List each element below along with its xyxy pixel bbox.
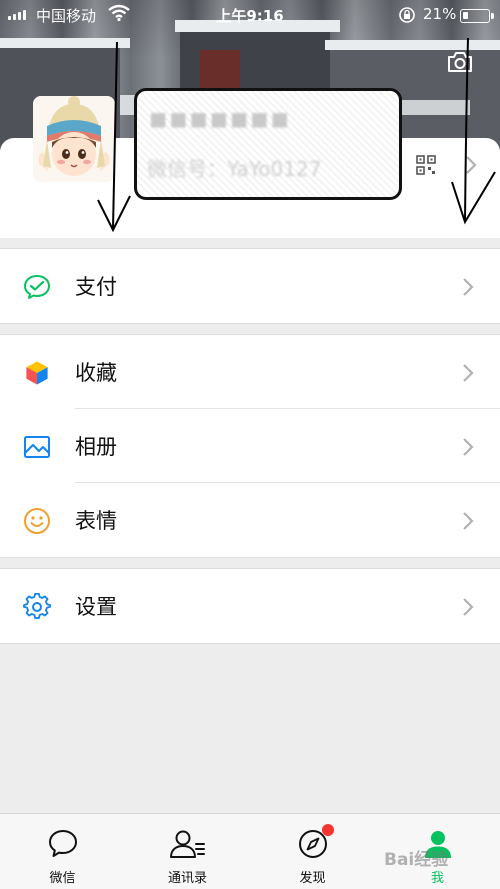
rotation-lock-icon bbox=[398, 6, 416, 28]
album-icon bbox=[23, 433, 51, 461]
qr-code-icon[interactable] bbox=[416, 155, 436, 175]
chevron-right-icon bbox=[462, 277, 474, 297]
menu-group-settings: 设置 bbox=[0, 568, 500, 644]
wechat-id: 微信号：YaYo0127 bbox=[147, 157, 322, 181]
camera-icon[interactable] bbox=[446, 50, 474, 74]
chevron-right-icon bbox=[462, 363, 474, 383]
chevron-right-icon bbox=[462, 511, 474, 531]
menu-group-pay: 支付 bbox=[0, 248, 500, 324]
tab-label: 微信 bbox=[49, 871, 76, 886]
chat-icon bbox=[48, 830, 77, 857]
tab-label: 发现 bbox=[299, 871, 326, 886]
tab-discover[interactable]: 发现 bbox=[250, 814, 375, 889]
battery-percentage: 21% bbox=[423, 5, 457, 23]
menu-item-pay[interactable]: 支付 bbox=[0, 249, 500, 323]
baidu-watermark: Bai经验 bbox=[384, 850, 449, 870]
new-badge-dot bbox=[322, 824, 334, 836]
menu-item-settings[interactable]: 设置 bbox=[0, 569, 500, 643]
chevron-right-icon bbox=[462, 597, 474, 617]
battery-level-fill bbox=[463, 12, 468, 19]
menu-group-media: 收藏 相册 表情 bbox=[0, 334, 500, 558]
menu-item-favorites[interactable]: 收藏 bbox=[0, 335, 500, 409]
menu-item-label: 表情 bbox=[75, 509, 117, 533]
menu-item-album[interactable]: 相册 bbox=[0, 409, 500, 483]
favorites-cube-icon bbox=[23, 359, 51, 387]
menu-item-label: 收藏 bbox=[75, 361, 117, 385]
wechat-pay-icon bbox=[23, 273, 51, 301]
contacts-icon bbox=[169, 830, 205, 858]
sticker-smile-icon bbox=[23, 507, 51, 535]
avatar[interactable] bbox=[33, 96, 115, 182]
status-bar: 中国移动 上午9:16 21% bbox=[0, 0, 500, 30]
settings-gear-icon bbox=[23, 592, 51, 621]
profile-chevron-right-icon[interactable] bbox=[465, 155, 477, 175]
chevron-right-icon bbox=[462, 437, 474, 457]
tab-contacts[interactable]: 通讯录 bbox=[125, 814, 250, 889]
menu-item-label: 相册 bbox=[75, 435, 117, 459]
profile-info-redacted[interactable]: ◼◼◼◼◼◼◼ 微信号：YaYo0127 bbox=[134, 88, 402, 200]
tab-label: 通讯录 bbox=[167, 871, 207, 886]
menu-item-label: 设置 bbox=[75, 595, 117, 619]
menu-item-label: 支付 bbox=[75, 275, 117, 299]
tab-chats[interactable]: 微信 bbox=[0, 814, 125, 889]
profile-name: ◼◼◼◼◼◼◼ bbox=[149, 107, 291, 132]
battery-icon bbox=[460, 9, 494, 23]
menu-item-stickers[interactable]: 表情 bbox=[0, 483, 500, 557]
